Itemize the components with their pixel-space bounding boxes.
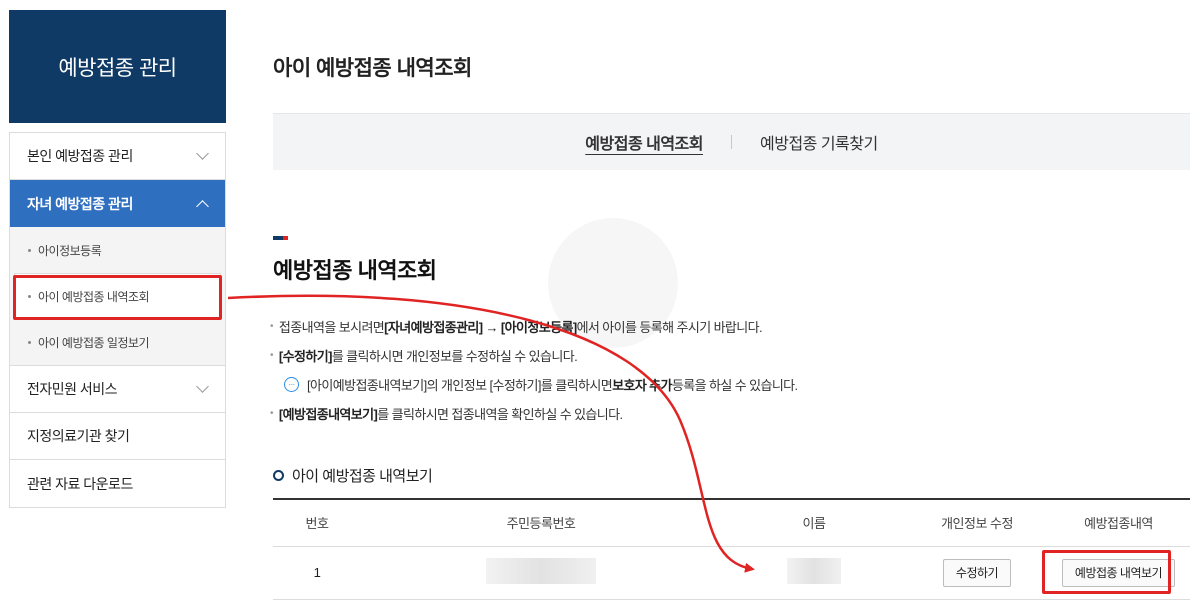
annotation-arrow: [227, 294, 755, 573]
arrow-path: [227, 294, 755, 573]
